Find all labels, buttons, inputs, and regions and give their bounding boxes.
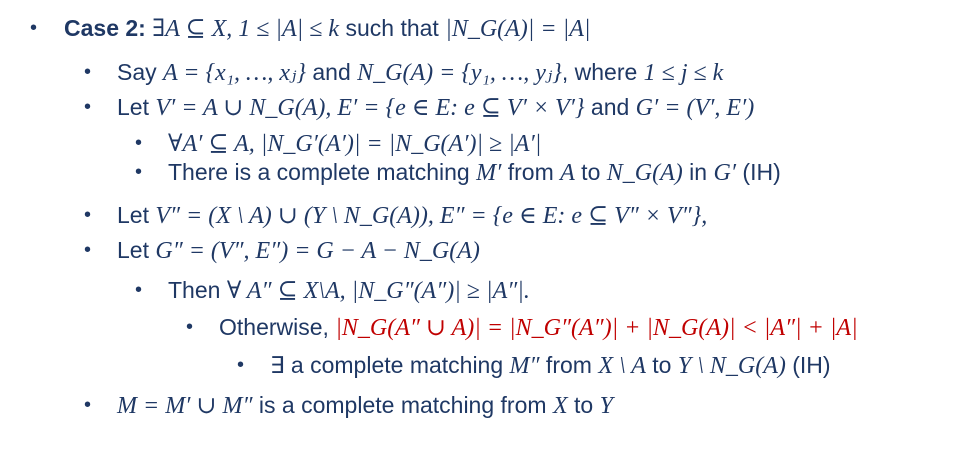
line-text: ∀A′ ⊆ A, |N_G′(A′)| = |N_G(A′)| ≥ |A′| xyxy=(168,129,541,158)
line-segment: Y xyxy=(599,393,613,419)
line-segment: such that xyxy=(339,15,446,41)
bullet: • xyxy=(186,316,194,338)
line-text: Say A = {x₁, …, xⱼ} and N_G(A) = {y₁, …,… xyxy=(117,58,723,87)
bullet: • xyxy=(84,394,92,416)
line-segment: from xyxy=(539,352,599,378)
line-segment: M′ xyxy=(476,160,502,186)
line-text: M = M′ ∪ M″ is a complete matching from … xyxy=(117,391,613,420)
line-segment: to xyxy=(574,159,607,185)
line-segment: X xyxy=(552,393,568,419)
line-text: Case 2: ∃A ⊆ X, 1 ≤ |A| ≤ k such that |N… xyxy=(64,14,590,43)
line-text: Let V′ = A ∪ N_G(A), E′ = {e ∈ E: e ⊆ V′… xyxy=(117,93,754,122)
line-text: ∃ a complete matching M″ from X \ A to Y… xyxy=(270,351,831,380)
line-segment: V″ = (X \ A) ∪ (Y \ N_G(A)), E″ = {e ∈ E… xyxy=(155,203,708,229)
line-segment: ∃ a complete matching xyxy=(270,352,510,378)
line-segment: in xyxy=(682,159,714,185)
line-segment: and xyxy=(305,59,358,85)
bullet: • xyxy=(135,132,143,154)
bullet: • xyxy=(84,96,92,118)
line-text: There is a complete matching M′ from A t… xyxy=(168,158,781,187)
line-segment: N_G(A) = {y₁, …, yⱼ} xyxy=(357,60,562,86)
line-segment: There is a complete matching xyxy=(168,159,477,185)
line-segment: , where xyxy=(561,59,644,85)
bullet: • xyxy=(135,161,143,183)
line-segment: to xyxy=(645,352,678,378)
bullet: • xyxy=(237,354,245,376)
line-text: Let G″ = (V″, E″) = G − A − N_G(A) xyxy=(117,236,480,265)
line-segment: ∀A′ ⊆ A, |N_G′(A′)| = |N_G(A′)| ≥ |A′| xyxy=(168,131,542,157)
line-segment: ∀ A″ ⊆ X\A, |N_G″(A″)| ≥ |A″|. xyxy=(226,278,530,304)
bullet: • xyxy=(84,204,92,226)
line-segment: A = {x₁, …, xⱼ} xyxy=(163,60,306,86)
line-segment: (IH) xyxy=(785,352,831,378)
line-segment: to xyxy=(567,392,600,418)
line-segment: V′ = A ∪ N_G(A), E′ = {e ∈ E: e ⊆ V′ × V… xyxy=(155,95,585,121)
bullet: • xyxy=(84,239,92,261)
bullet: • xyxy=(30,17,38,39)
line-segment: X \ A xyxy=(598,353,646,379)
bullet: • xyxy=(84,61,92,83)
line-segment: M = M′ ∪ M″ xyxy=(117,393,253,419)
line-segment: |N_G(A)| = |A| xyxy=(445,16,591,42)
line-text: Then ∀ A″ ⊆ X\A, |N_G″(A″)| ≥ |A″|. xyxy=(168,276,530,305)
line-segment: G′ xyxy=(713,160,737,186)
line-text: Let V″ = (X \ A) ∪ (Y \ N_G(A)), E″ = {e… xyxy=(117,201,707,230)
line-segment: |N_G(A″ ∪ A)| = |N_G″(A″)| + |N_G(A)| < … xyxy=(335,315,858,341)
line-segment: Case 2: xyxy=(64,15,153,41)
line-text: Otherwise, |N_G(A″ ∪ A)| = |N_G″(A″)| + … xyxy=(219,313,858,342)
line-segment: (IH) xyxy=(736,159,781,185)
line-segment: Let xyxy=(117,94,156,120)
line-segment: Y \ N_G(A) xyxy=(677,353,786,379)
line-segment: and xyxy=(584,94,636,120)
line-segment: Let xyxy=(117,202,156,228)
bullet: • xyxy=(135,279,143,301)
line-segment: N_G(A) xyxy=(606,160,683,186)
line-segment: Then xyxy=(168,277,227,303)
line-segment: G′ = (V′, E′) xyxy=(635,95,755,121)
line-segment: from xyxy=(501,159,561,185)
line-segment: ∃A ⊆ X, 1 ≤ |A| ≤ k xyxy=(152,16,340,42)
line-segment: A xyxy=(560,160,575,186)
line-segment: M″ xyxy=(509,353,540,379)
line-segment: Say xyxy=(117,59,164,85)
line-segment: Otherwise, xyxy=(219,314,336,340)
line-segment: 1 ≤ j ≤ k xyxy=(643,60,724,86)
line-segment: Let xyxy=(117,237,156,263)
line-segment: G″ = (V″, E″) = G − A − N_G(A) xyxy=(155,238,480,264)
line-segment: is a complete matching from xyxy=(252,392,553,418)
